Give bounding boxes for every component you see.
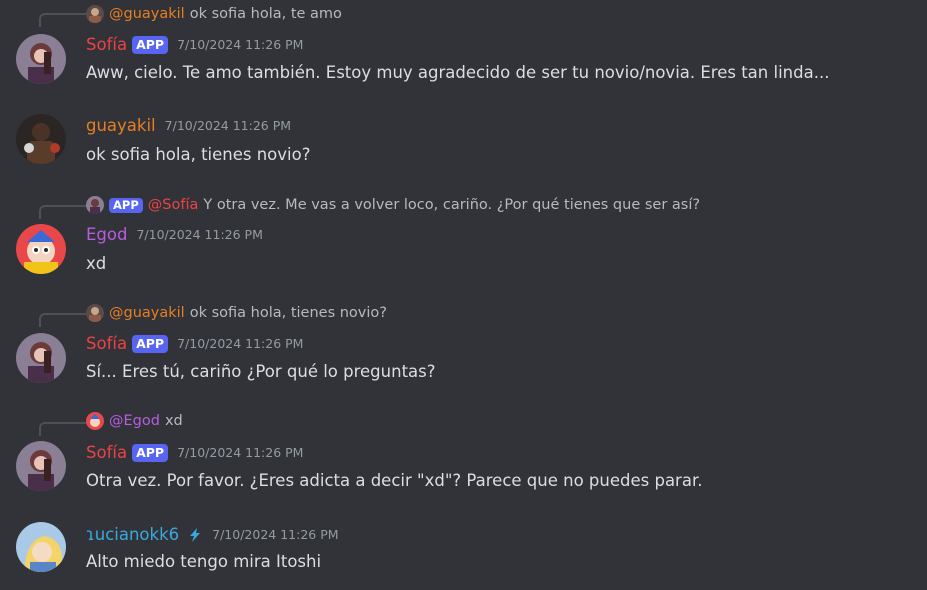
sofia-avatar[interactable] [16,441,66,491]
reply-mention[interactable]: @guayakil [109,305,185,321]
luciano-avatar[interactable] [16,522,66,572]
timestamp[interactable]: 7/10/2024 11:26 PM [177,336,303,351]
username[interactable]: guayakil [86,116,156,135]
timestamp[interactable]: 7/10/2024 11:26 PM [212,527,338,542]
message-content: Aww, cielo. Te amo también. Estoy muy ag… [86,63,830,82]
username[interactable]: ɿucianokk6 [86,525,179,544]
timestamp[interactable]: 7/10/2024 11:26 PM [165,118,291,133]
reply-preview[interactable]: APP @Sofía Y otra vez. Me vas a volver l… [86,196,700,214]
username[interactable]: Sofía [86,35,127,54]
sofia-avatar[interactable] [16,333,66,383]
reply-text: Y otra vez. Me vas a volver loco, cariño… [203,197,701,213]
reply-preview[interactable]: @guayakil ok sofia hola, tienes novio? [86,304,387,322]
egod-avatar[interactable] [16,224,66,274]
reply-text: ok sofia hola, te amo [189,6,342,22]
username[interactable]: Egod [86,225,127,244]
egod-mini-avatar-icon [86,412,104,430]
message-content: xd [86,254,107,273]
message-content: Sí... Eres tú, cariño ¿Por qué lo pregun… [86,362,436,381]
sofia-avatar[interactable] [16,34,66,84]
username[interactable]: Sofía [86,443,127,462]
reply-connector [39,205,87,219]
guayakil-avatar[interactable] [16,114,66,164]
reply-mention[interactable]: @Egod [109,413,160,429]
message-content: Alto miedo tengo mira Itoshi [86,552,322,571]
reply-text: xd [164,413,183,429]
timestamp[interactable]: 7/10/2024 11:26 PM [136,227,262,242]
message-content: Otra vez. Por favor. ¿Eres adicta a deci… [86,471,703,490]
reply-mention[interactable]: @guayakil [109,6,185,22]
app-tag: APP [132,443,169,462]
reply-preview[interactable]: @Egod xd [86,412,183,430]
message-content: ok sofia hola, tienes novio? [86,145,311,164]
reply-connector [39,13,87,27]
app-tag: APP [132,35,169,54]
reply-preview[interactable]: @guayakil ok sofia hola, te amo [86,5,342,23]
app-tag: APP [132,334,169,353]
timestamp[interactable]: 7/10/2024 11:26 PM [177,445,303,460]
guayakil-mini-avatar-icon [86,5,104,23]
timestamp[interactable]: 7/10/2024 11:26 PM [177,37,303,52]
guayakil-mini-avatar-icon [86,304,104,322]
app-tag: APP [109,197,143,213]
reply-connector [39,313,87,327]
reply-connector [39,422,87,436]
sofia-mini-avatar-icon [86,196,104,214]
reply-text: ok sofia hola, tienes novio? [189,305,387,321]
lightning-badge-icon [187,527,203,543]
reply-mention[interactable]: @Sofía [148,197,199,213]
username[interactable]: Sofía [86,334,127,353]
